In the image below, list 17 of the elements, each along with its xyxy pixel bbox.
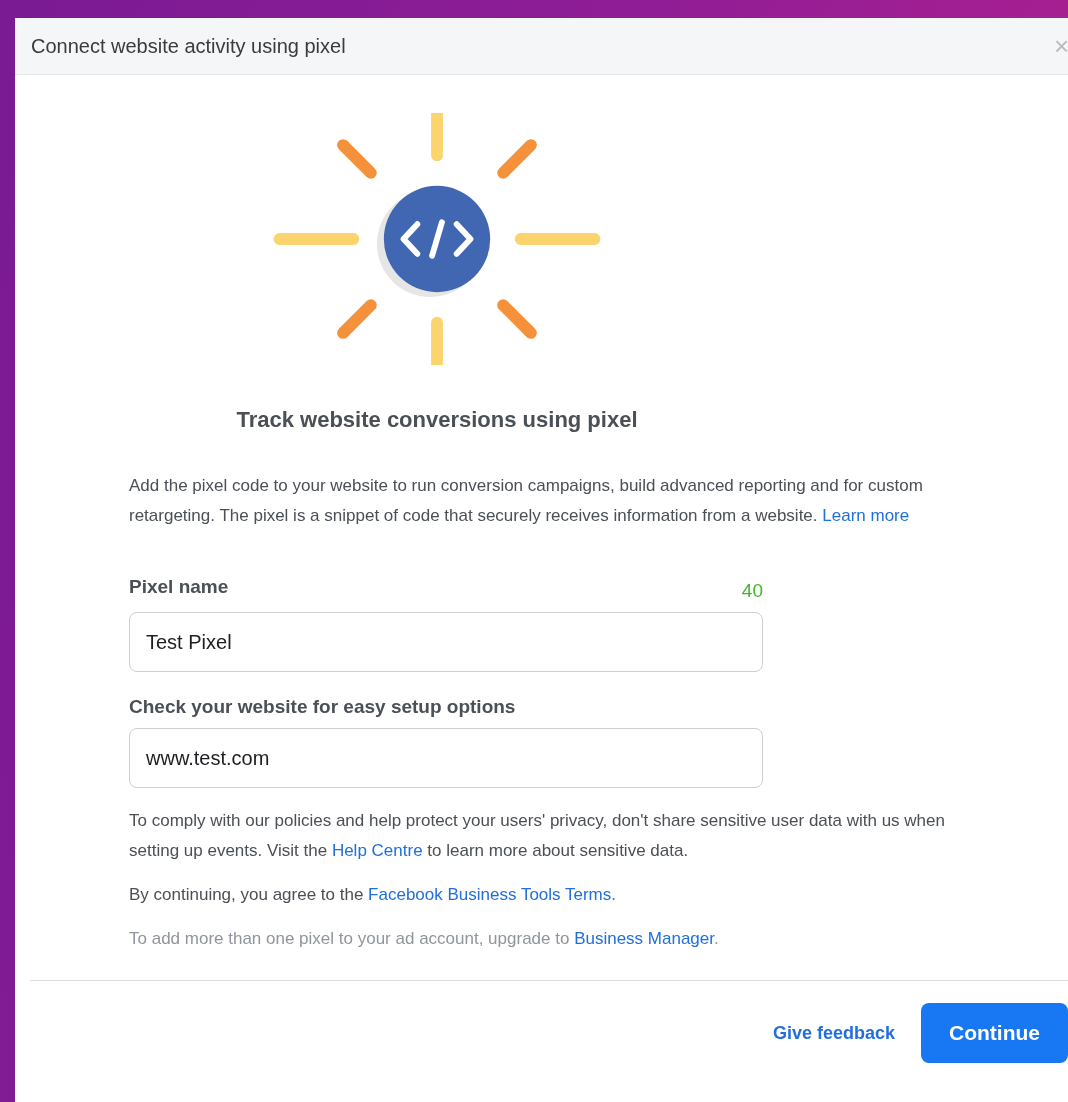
character-counter: 40 bbox=[741, 580, 763, 602]
inline-link[interactable]: Business Manager bbox=[574, 929, 714, 948]
section-heading: Track website conversions using pixel bbox=[235, 407, 639, 433]
inline-link[interactable]: Learn more bbox=[822, 506, 910, 525]
feedback-link[interactable]: Give feedback bbox=[772, 1022, 895, 1044]
text-input[interactable]: Test Pixel bbox=[129, 612, 763, 672]
note-paragraph: By continuing, you agree to the Facebook Business Tools Terms. bbox=[129, 884, 617, 906]
field-label: Check your website for easy setup options bbox=[129, 696, 516, 718]
inline-link[interactable]: Help Centre bbox=[331, 841, 423, 860]
note-paragraph: To add more than one pixel to your ad account, upgrade to Business Manager. bbox=[129, 928, 720, 950]
text-input[interactable]: www.test.com bbox=[129, 728, 763, 788]
field-label: Pixel name bbox=[129, 576, 229, 599]
intro-paragraph: Add the pixel code to your website to run conversion campaigns, build advanced reporting and for custom retargeting. The pixel is a snippet of code that securely receives information from a website. Learn more bbox=[129, 475, 924, 527]
dialog-title: Connect website activity using pixel bbox=[31, 34, 346, 58]
continue-button[interactable]: Continue bbox=[921, 1003, 1068, 1063]
inline-link[interactable]: Facebook Business Tools Terms. bbox=[368, 885, 616, 904]
note-paragraph: To comply with our policies and help protect your users' privacy, don't share sensitive user data with us when setting up events. Visit the Help Centre to learn more about sensitive data. bbox=[129, 810, 946, 862]
